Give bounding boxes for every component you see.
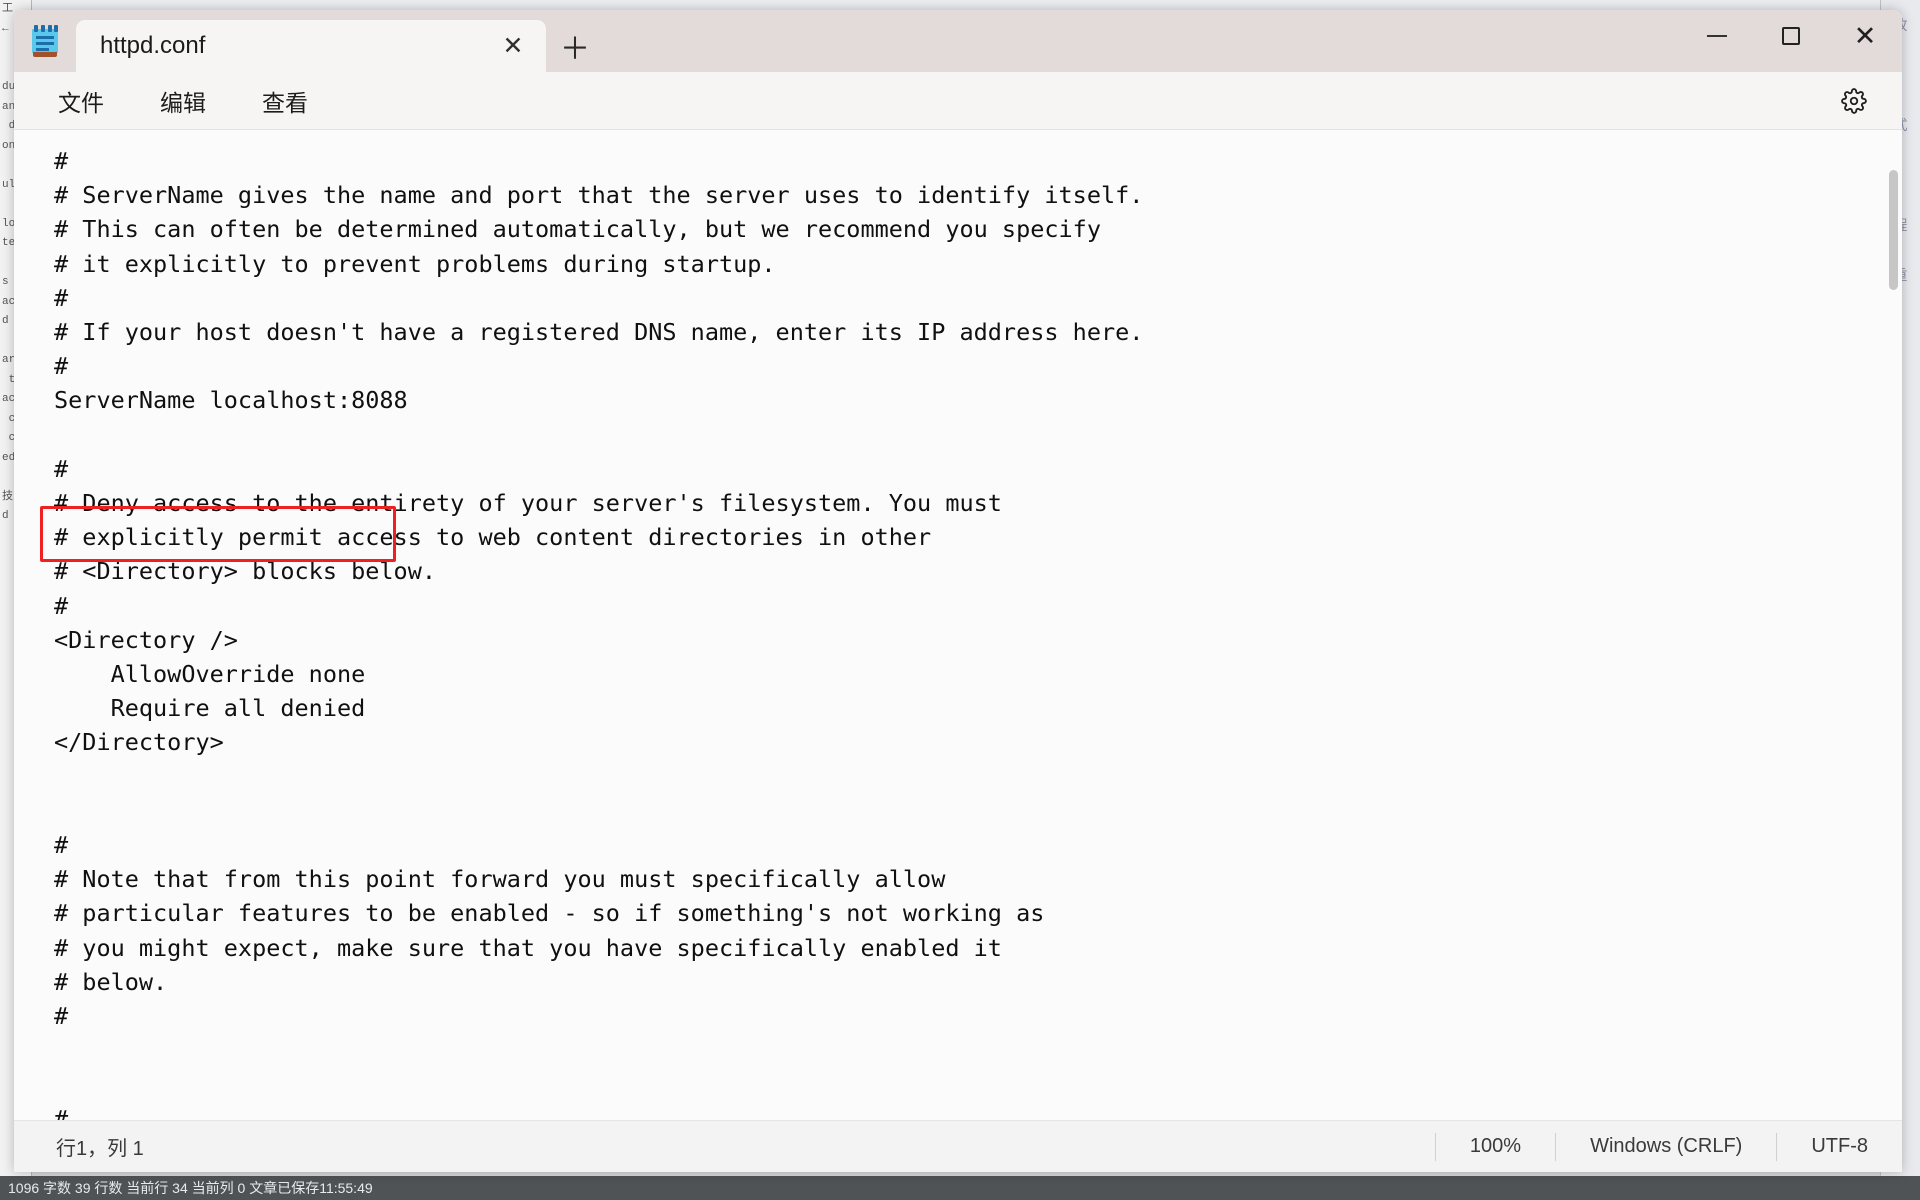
- scrollbar-thumb[interactable]: [1889, 170, 1898, 290]
- title-bar: httpd.conf ✕ ＋ ✕: [14, 10, 1902, 72]
- editor-scrollbar[interactable]: [1885, 130, 1902, 1120]
- tab-title: httpd.conf: [100, 32, 490, 60]
- status-bar: 行1，列 1 100% Windows (CRLF) UTF-8 CSDN @z…: [14, 1120, 1902, 1172]
- window-controls: ✕: [1680, 10, 1902, 62]
- zoom-level[interactable]: 100%: [1435, 1133, 1555, 1161]
- cursor-position[interactable]: 行1，列 1: [14, 1132, 1435, 1161]
- close-button[interactable]: ✕: [1828, 10, 1902, 62]
- new-tab-icon[interactable]: ＋: [546, 20, 604, 72]
- text-editor-area[interactable]: # # ServerName gives the name and port t…: [14, 130, 1902, 1120]
- menu-file[interactable]: 文件: [42, 78, 120, 124]
- minimize-button[interactable]: [1680, 10, 1754, 62]
- encoding[interactable]: UTF-8: [1776, 1133, 1902, 1161]
- editor-content[interactable]: # # ServerName gives the name and port t…: [14, 130, 1902, 1120]
- notepad-icon: [14, 10, 76, 72]
- maximize-button[interactable]: [1754, 10, 1828, 62]
- menu-edit[interactable]: 编辑: [144, 78, 222, 124]
- notepad-window: httpd.conf ✕ ＋ ✕ 文件 编辑 查看 # # ServerName…: [14, 10, 1902, 1172]
- close-icon: ✕: [1854, 23, 1877, 50]
- menu-view[interactable]: 查看: [246, 78, 324, 124]
- tab-httpd-conf[interactable]: httpd.conf ✕: [76, 20, 546, 72]
- line-ending[interactable]: Windows (CRLF): [1555, 1133, 1776, 1161]
- tab-close-icon[interactable]: ✕: [490, 23, 536, 69]
- csdn-watermark: CSDN @zhuangzhuang3: [1687, 1170, 1878, 1172]
- background-app-statusbar: 1096 字数 39 行数 当前行 34 当前列 0 文章已保存11:55:49: [0, 1176, 1920, 1200]
- gear-icon[interactable]: [1832, 79, 1876, 123]
- menu-bar: 文件 编辑 查看: [14, 72, 1902, 130]
